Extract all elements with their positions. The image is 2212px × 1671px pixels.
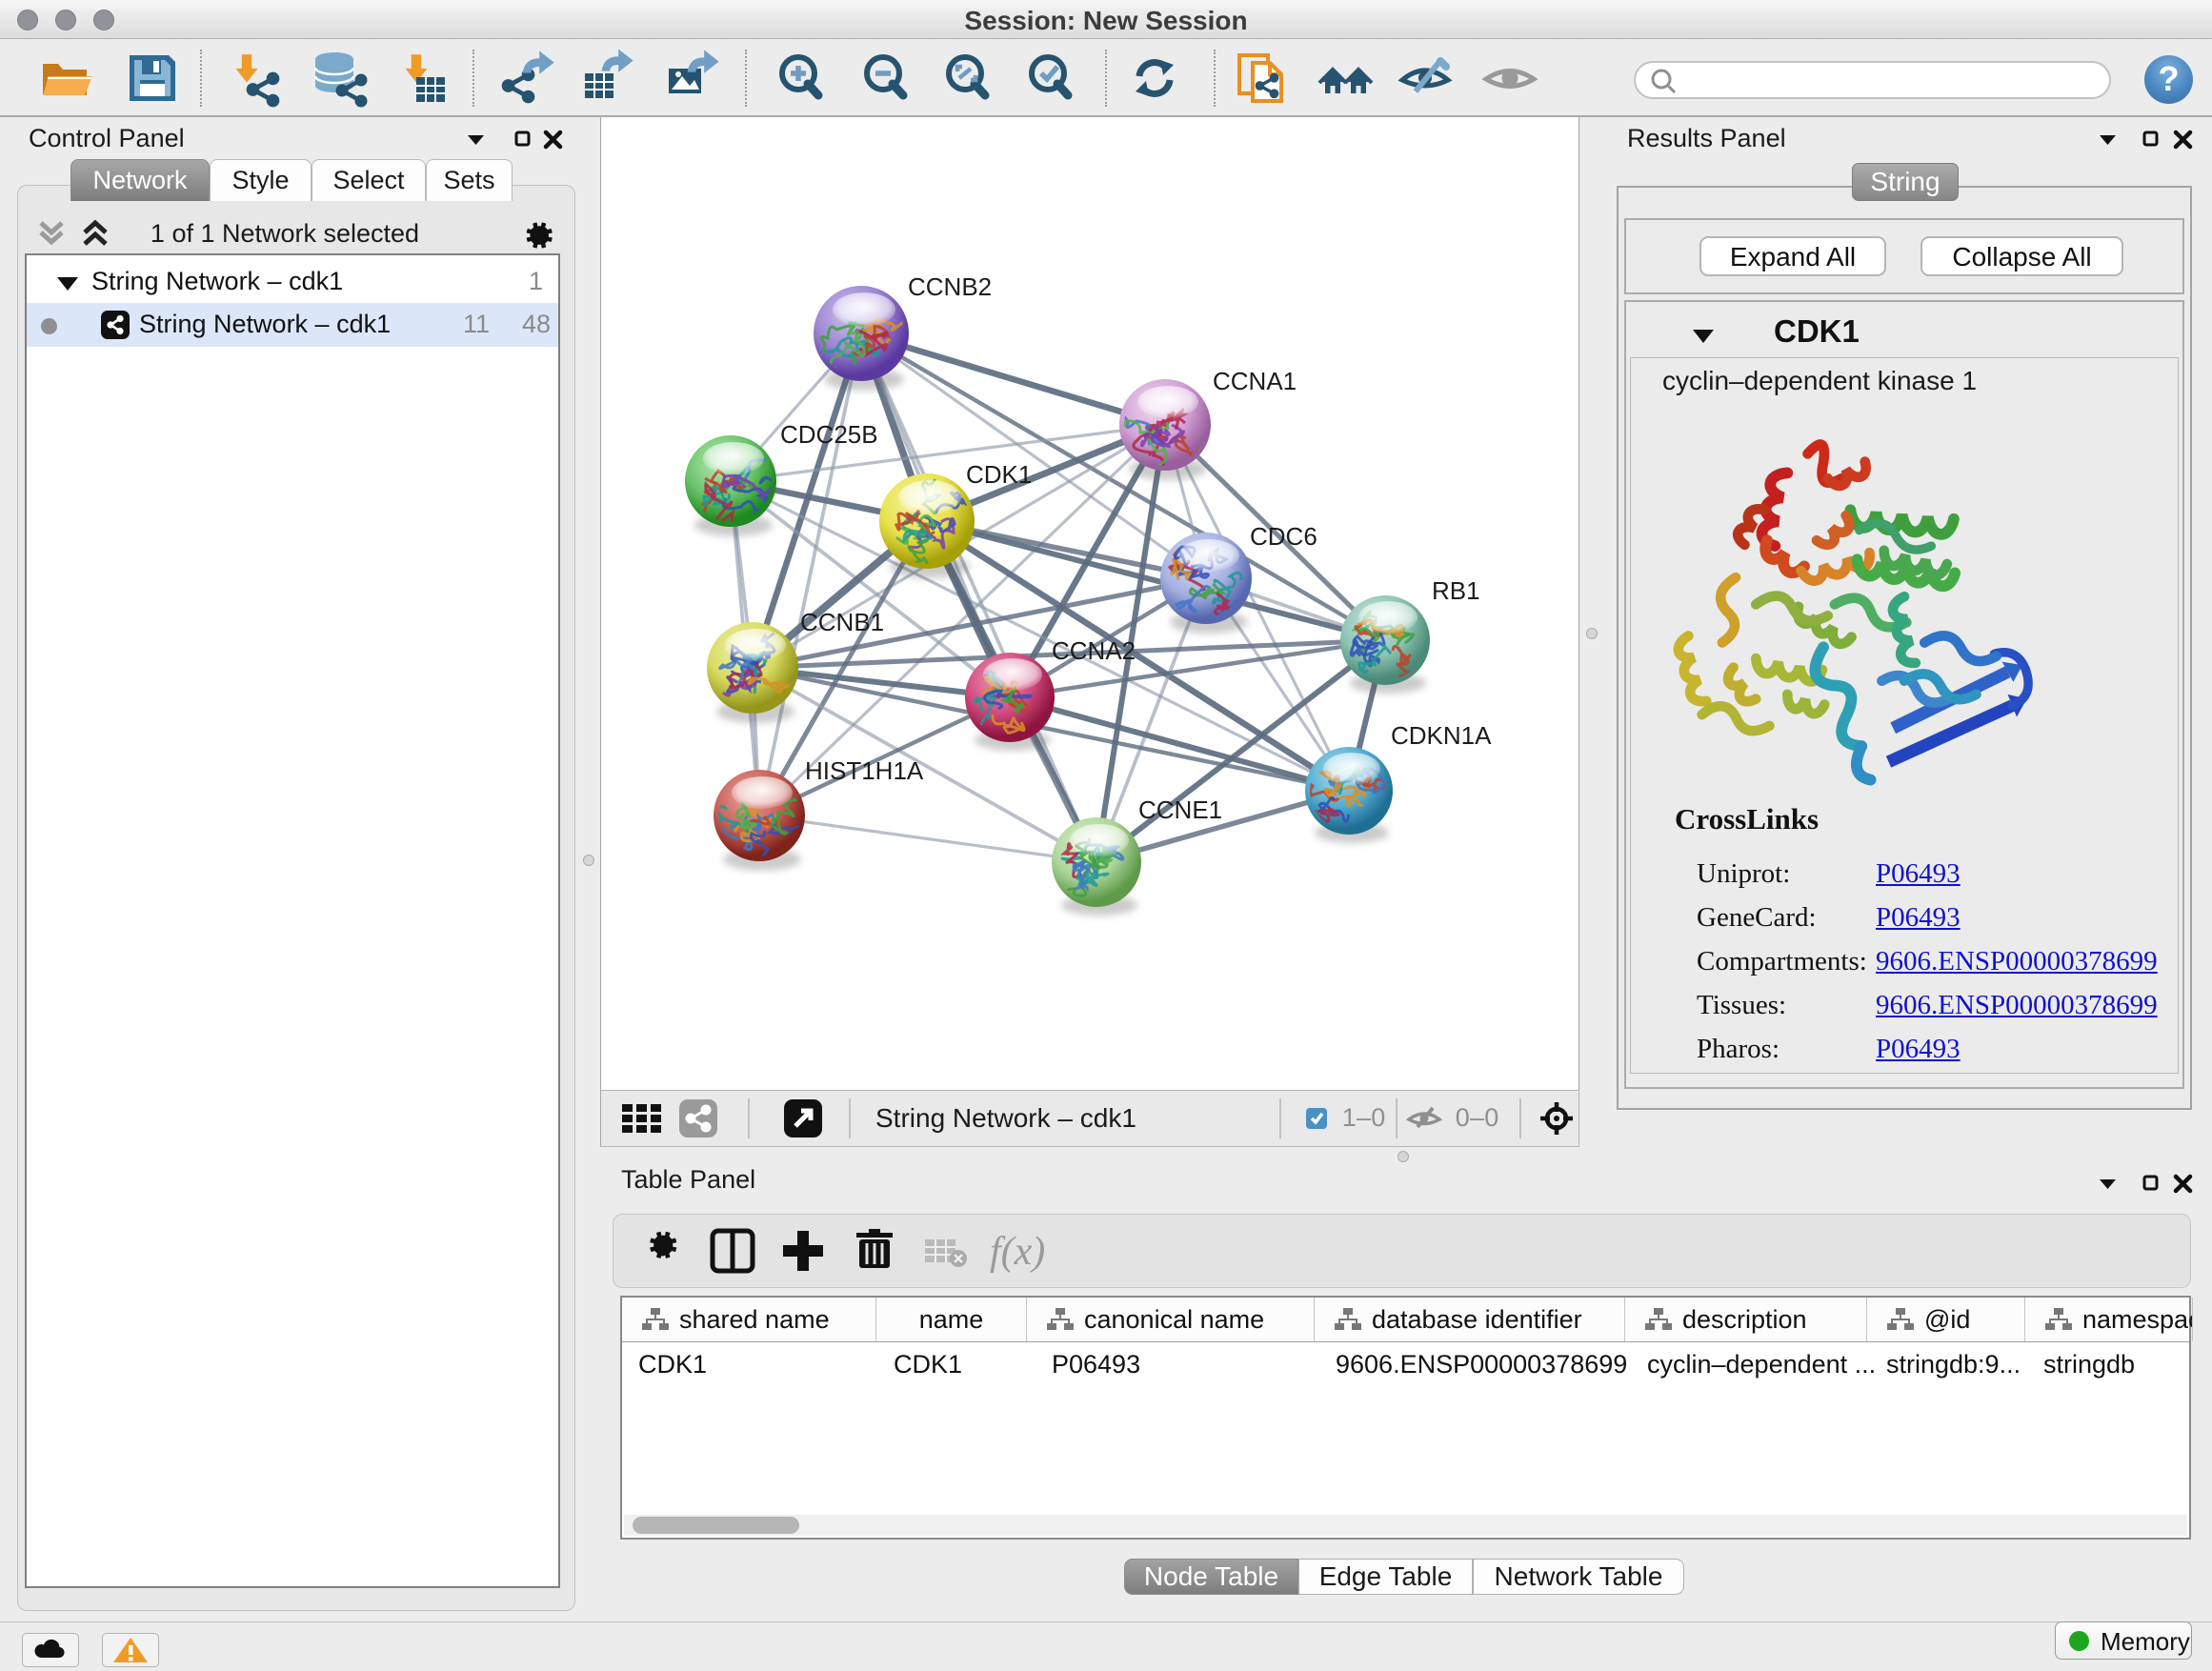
svg-text:CCNB1: CCNB1 — [800, 608, 884, 636]
svg-text:CDKN1A: CDKN1A — [1391, 721, 1492, 750]
svg-text:CDK1: CDK1 — [966, 460, 1032, 489]
svg-text:CDC25B: CDC25B — [780, 420, 878, 449]
svg-text:HIST1H1A: HIST1H1A — [805, 756, 924, 785]
svg-text:RB1: RB1 — [1432, 576, 1480, 605]
svg-text:CCNB2: CCNB2 — [908, 272, 992, 301]
svg-text:CCNE1: CCNE1 — [1138, 795, 1222, 824]
svg-text:CCNA1: CCNA1 — [1213, 367, 1297, 395]
svg-text:CCNA2: CCNA2 — [1052, 636, 1136, 665]
svg-text:f(x): f(x) — [990, 1230, 1045, 1274]
svg-text:CDC6: CDC6 — [1250, 522, 1317, 551]
